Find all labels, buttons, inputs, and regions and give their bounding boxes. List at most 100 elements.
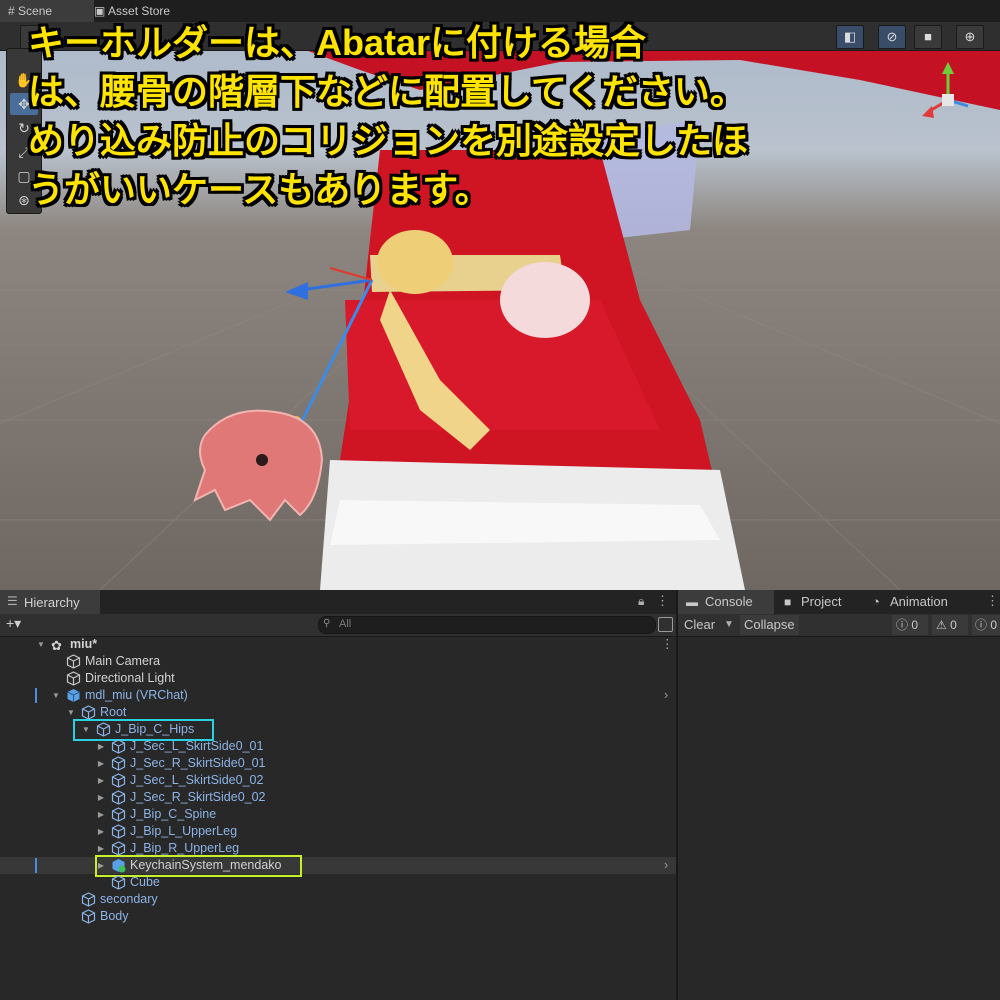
tree-row-skirt-l-01[interactable]: ▶ J_Sec_L_SkirtSide0_01 xyxy=(0,738,676,755)
expand-arrow-icon[interactable]: ▶ xyxy=(96,755,106,772)
tree-row-label: J_Bip_C_Spine xyxy=(130,807,217,821)
error-icon: ⓘ xyxy=(975,618,988,632)
expand-arrow-icon[interactable]: ▶ xyxy=(96,738,106,755)
hierarchy-toolbar: +▾ ⚲ All xyxy=(0,614,676,637)
info-icon: ⓘ xyxy=(896,618,909,632)
scene-visibility-toggle-icon[interactable] xyxy=(658,617,673,632)
hierarchy-search-input[interactable]: ⚲ All xyxy=(318,616,656,634)
tree-row-skirt-l-02[interactable]: ▶ J_Sec_L_SkirtSide0_02 xyxy=(0,772,676,789)
tree-row-body[interactable]: Body xyxy=(0,908,676,925)
caption-line: めり込み防止のコリジョンを別途設定したほ xyxy=(28,120,749,161)
tree-row-mdl-miu[interactable]: ▼ mdl_miu (VRChat) › xyxy=(0,687,676,704)
lock-icon[interactable]: 🔒︎ xyxy=(638,594,644,609)
collapse-arrow-icon[interactable]: ▼ xyxy=(51,687,61,704)
tab-hierarchy-label: Hierarchy xyxy=(24,595,80,610)
tree-row-secondary[interactable]: secondary xyxy=(0,891,676,908)
modified-marker xyxy=(35,858,37,873)
prefab-icon xyxy=(67,689,80,702)
kebab-menu-icon[interactable]: ⋮ xyxy=(656,593,669,609)
kebab-menu-icon[interactable]: ⋮ xyxy=(661,636,674,653)
tree-row-label: Directional Light xyxy=(85,671,175,685)
console-tab-bar: ▬ Console ■ Project ◔ Animation ⋮ xyxy=(678,590,1000,615)
tab-hierarchy[interactable]: ☰ Hierarchy xyxy=(0,590,100,614)
expand-arrow-icon[interactable]: ▶ xyxy=(96,772,106,789)
info-count: 0 xyxy=(911,618,919,632)
tree-row-directional-light[interactable]: Directional Light xyxy=(0,670,676,687)
tab-animation-label: Animation xyxy=(890,594,948,609)
warning-count: 0 xyxy=(950,618,957,632)
tab-console-label: Console xyxy=(705,594,753,609)
tree-row-label: miu* xyxy=(70,637,98,651)
tab-scene-label: Scene xyxy=(18,4,53,18)
gameobject-cube-icon xyxy=(81,892,96,907)
console-icon: ▬ xyxy=(686,595,698,609)
clear-options-dropdown-icon[interactable]: ▼ xyxy=(724,615,734,635)
caption-line: キーホルダーは、Abatarに付ける場合 xyxy=(28,22,647,63)
tree-row-skirt-r-02[interactable]: ▶ J_Sec_R_SkirtSide0_02 xyxy=(0,789,676,806)
tree-row-label: J_Sec_R_SkirtSide0_01 xyxy=(130,756,266,770)
expand-arrow-icon[interactable]: ▶ xyxy=(96,789,106,806)
tab-project[interactable]: ■ Project xyxy=(782,590,862,614)
gameobject-cube-icon xyxy=(111,773,126,788)
search-icon: ⚲ xyxy=(323,618,331,629)
hierarchy-panel: ☰ Hierarchy 🔒︎ ⋮ +▾ ⚲ All ▼ ✿ miu* ⋮ Mai… xyxy=(0,590,678,1000)
modified-marker xyxy=(35,688,37,703)
gameobject-cube-icon xyxy=(111,756,126,771)
gameobject-cube-icon xyxy=(111,875,126,890)
collapse-toggle[interactable]: Collapse xyxy=(740,615,799,635)
chevron-right-icon[interactable]: › xyxy=(664,687,668,704)
tree-row-scene[interactable]: ▼ ✿ miu* ⋮ xyxy=(0,636,676,653)
gameobject-cube-icon xyxy=(111,807,126,822)
list-icon: ☰ xyxy=(7,594,18,608)
info-count-toggle[interactable]: ⓘ 0 xyxy=(892,615,928,635)
caption-line: うがいいケースもあります。 xyxy=(28,169,491,210)
console-toolbar: Clear ▼ Collapse ⓘ 0 ⚠ 0 ⓘ 0 xyxy=(678,614,1000,637)
tree-row-label: Main Camera xyxy=(85,654,161,668)
gameobject-cube-icon xyxy=(66,671,81,686)
gameobject-cube-icon xyxy=(111,739,126,754)
grid-icon: # xyxy=(8,4,15,18)
error-count: 0 xyxy=(990,618,998,632)
hierarchy-tab-bar: ☰ Hierarchy 🔒︎ ⋮ xyxy=(0,590,676,615)
tree-row-skirt-r-01[interactable]: ▶ J_Sec_R_SkirtSide0_01 xyxy=(0,755,676,772)
expand-arrow-icon[interactable]: ▶ xyxy=(96,823,106,840)
caption-line: は、腰骨の階層下などに配置してください。 xyxy=(28,71,746,112)
tree-row-label: secondary xyxy=(100,892,158,906)
tree-row-label: J_Sec_L_SkirtSide0_02 xyxy=(130,773,264,787)
tree-row-spine[interactable]: ▶ J_Bip_C_Spine xyxy=(0,806,676,823)
unity-scene-icon: ✿ xyxy=(51,638,62,653)
bag-icon: ▣ xyxy=(94,4,106,18)
annotation-caption: キーホルダーは、Abatarに付ける場合 は、腰骨の階層下などに配置してください… xyxy=(28,18,988,214)
kebab-menu-icon[interactable]: ⋮ xyxy=(986,593,999,609)
tab-asset-store-label: Asset Store xyxy=(108,4,171,18)
tree-row-label: J_Sec_R_SkirtSide0_02 xyxy=(130,790,266,804)
animation-clock-icon: ◔ xyxy=(872,594,880,609)
tree-row-cube[interactable]: Cube xyxy=(0,874,676,891)
tree-row-label: J_Sec_L_SkirtSide0_01 xyxy=(130,739,264,753)
gameobject-cube-icon xyxy=(81,909,96,924)
tree-row-label: mdl_miu (VRChat) xyxy=(85,688,188,702)
tab-console[interactable]: ▬ Console xyxy=(678,590,774,614)
scene-view[interactable]: # Scene ▣ Asset Store ◧ ⊘ ■ ⊕ ✋ ✥ ↻ ⤢ ▢ … xyxy=(0,0,1000,590)
tab-animation[interactable]: ◔ Animation xyxy=(872,590,972,614)
gameobject-cube-icon xyxy=(66,654,81,669)
chevron-right-icon[interactable]: › xyxy=(664,857,668,874)
folder-icon: ■ xyxy=(784,595,792,609)
add-object-button[interactable]: +▾ xyxy=(6,615,21,632)
tree-row-label: Body xyxy=(100,909,129,923)
gameobject-cube-icon xyxy=(81,705,96,720)
expand-arrow-icon[interactable]: ▶ xyxy=(96,806,106,823)
tab-project-label: Project xyxy=(801,594,842,609)
warning-icon: ⚠ xyxy=(936,618,947,632)
collapse-arrow-icon[interactable]: ▼ xyxy=(36,636,46,653)
tree-row-label: Cube xyxy=(130,875,160,889)
warning-count-toggle[interactable]: ⚠ 0 xyxy=(932,615,968,635)
gameobject-cube-icon xyxy=(111,790,126,805)
console-panel: ▬ Console ■ Project ◔ Animation ⋮ Clear … xyxy=(678,590,1000,1000)
tree-row-label: J_Bip_L_UpperLeg xyxy=(130,824,238,838)
clear-button[interactable]: Clear xyxy=(684,615,715,635)
error-count-toggle[interactable]: ⓘ 0 xyxy=(972,615,1000,635)
gameobject-cube-icon xyxy=(111,841,126,856)
tree-row-main-camera[interactable]: Main Camera xyxy=(0,653,676,670)
tree-row-upperleg-l[interactable]: ▶ J_Bip_L_UpperLeg xyxy=(0,823,676,840)
